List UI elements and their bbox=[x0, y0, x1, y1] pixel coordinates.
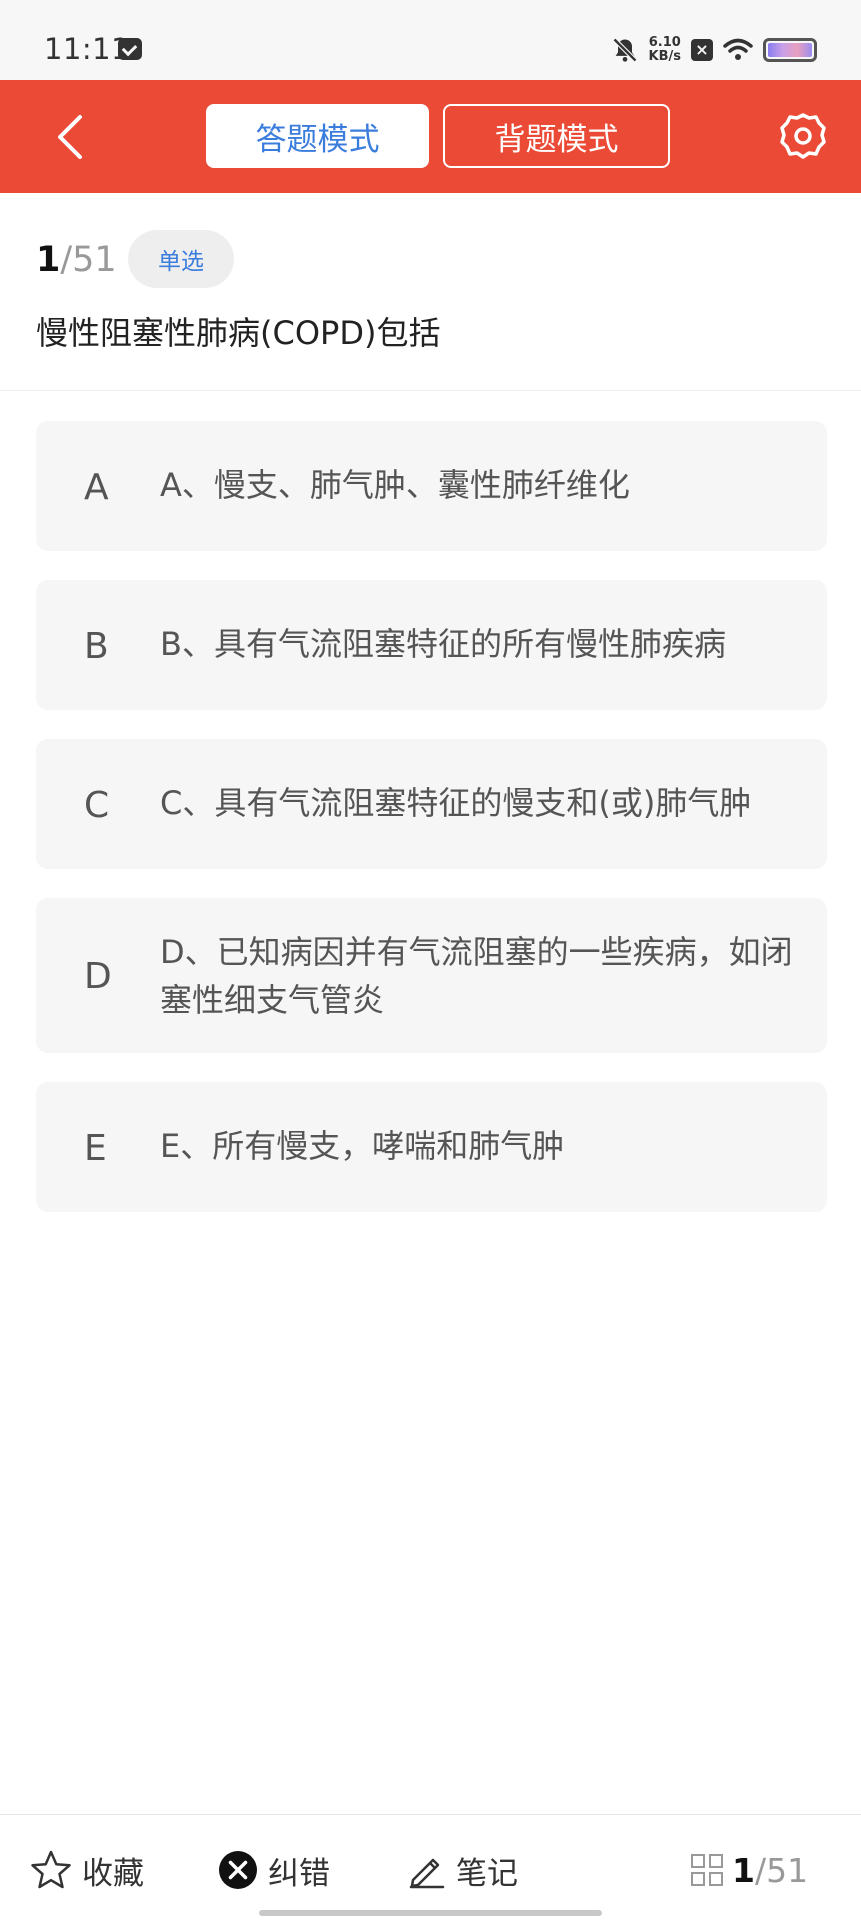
grid-icon bbox=[691, 1854, 723, 1886]
home-indicator[interactable] bbox=[259, 1910, 602, 1916]
question-current: 1 bbox=[36, 240, 61, 280]
option-e[interactable]: E E、所有慢支，哮喘和肺气肿 bbox=[36, 1082, 827, 1212]
star-icon bbox=[31, 1850, 71, 1889]
bottom-divider bbox=[0, 1814, 861, 1815]
status-bar: 11:11 6.10 KB/s × bbox=[0, 0, 861, 80]
question-text: 慢性阻塞性肺病(COPD)包括 bbox=[36, 314, 441, 352]
tab-memorize-mode[interactable]: 背题模式 bbox=[443, 104, 670, 168]
pencil-icon bbox=[409, 1858, 445, 1889]
option-a[interactable]: A A、慢支、肺气肿、囊性肺纤维化 bbox=[36, 421, 827, 551]
speed-unit: KB/s bbox=[648, 49, 681, 64]
tab-answer-mode[interactable]: 答题模式 bbox=[206, 104, 429, 168]
option-letter: B bbox=[84, 626, 109, 667]
option-b[interactable]: B B、具有气流阻塞特征的所有慢性肺疾病 bbox=[36, 580, 827, 710]
option-text: D、已知病因并有气流阻塞的一些疾病，如闭塞性细支气管炎 bbox=[160, 933, 793, 1019]
favorite-button[interactable]: 收藏 bbox=[30, 1846, 144, 1894]
back-button[interactable] bbox=[44, 110, 94, 164]
question-total: /51 bbox=[60, 240, 117, 280]
close-circle-icon bbox=[219, 1851, 257, 1889]
option-letter: E bbox=[84, 1128, 107, 1169]
progress-current: 1 bbox=[732, 1850, 755, 1890]
question-counter: 1/51 bbox=[36, 240, 117, 280]
report-error-button[interactable]: 纠错 bbox=[218, 1846, 330, 1894]
question-type-badge: 单选 bbox=[128, 230, 234, 288]
speed-value: 6.10 bbox=[648, 35, 681, 50]
option-d[interactable]: D D、已知病因并有气流阻塞的一些疾病，如闭塞性细支气管炎 bbox=[36, 898, 827, 1053]
network-speed: 6.10 KB/s bbox=[649, 36, 681, 64]
gear-icon bbox=[780, 113, 826, 159]
message-icon bbox=[118, 38, 142, 60]
option-text: A、慢支、肺气肿、囊性肺纤维化 bbox=[160, 466, 630, 504]
favorite-label: 收藏 bbox=[82, 1855, 144, 1892]
wifi-icon bbox=[723, 38, 753, 60]
progress-counter: 1/51 bbox=[732, 1851, 808, 1890]
option-text: C、具有气流阻塞特征的慢支和(或)肺气肿 bbox=[160, 784, 752, 822]
option-c[interactable]: C C、具有气流阻塞特征的慢支和(或)肺气肿 bbox=[36, 739, 827, 869]
option-letter: A bbox=[84, 467, 109, 508]
no-sim-icon: × bbox=[691, 39, 713, 61]
note-button[interactable]: 笔记 bbox=[408, 1846, 518, 1894]
option-text: B、具有气流阻塞特征的所有慢性肺疾病 bbox=[160, 625, 726, 663]
option-text: E、所有慢支，哮喘和肺气肿 bbox=[160, 1127, 565, 1165]
battery-icon bbox=[763, 38, 817, 62]
chevron-left-icon bbox=[58, 115, 82, 159]
option-letter: C bbox=[84, 785, 110, 826]
mute-bell-icon bbox=[612, 37, 637, 63]
status-icons: 6.10 KB/s × bbox=[611, 34, 817, 66]
report-error-label: 纠错 bbox=[268, 1855, 330, 1892]
progress-total: /51 bbox=[754, 1850, 809, 1890]
answer-sheet-button[interactable]: 1/51 bbox=[690, 1846, 808, 1894]
note-label: 笔记 bbox=[456, 1855, 518, 1892]
top-bar: 答题模式 背题模式 bbox=[0, 80, 861, 193]
option-letter: D bbox=[84, 956, 112, 997]
settings-button[interactable] bbox=[778, 110, 828, 162]
divider bbox=[0, 390, 861, 391]
